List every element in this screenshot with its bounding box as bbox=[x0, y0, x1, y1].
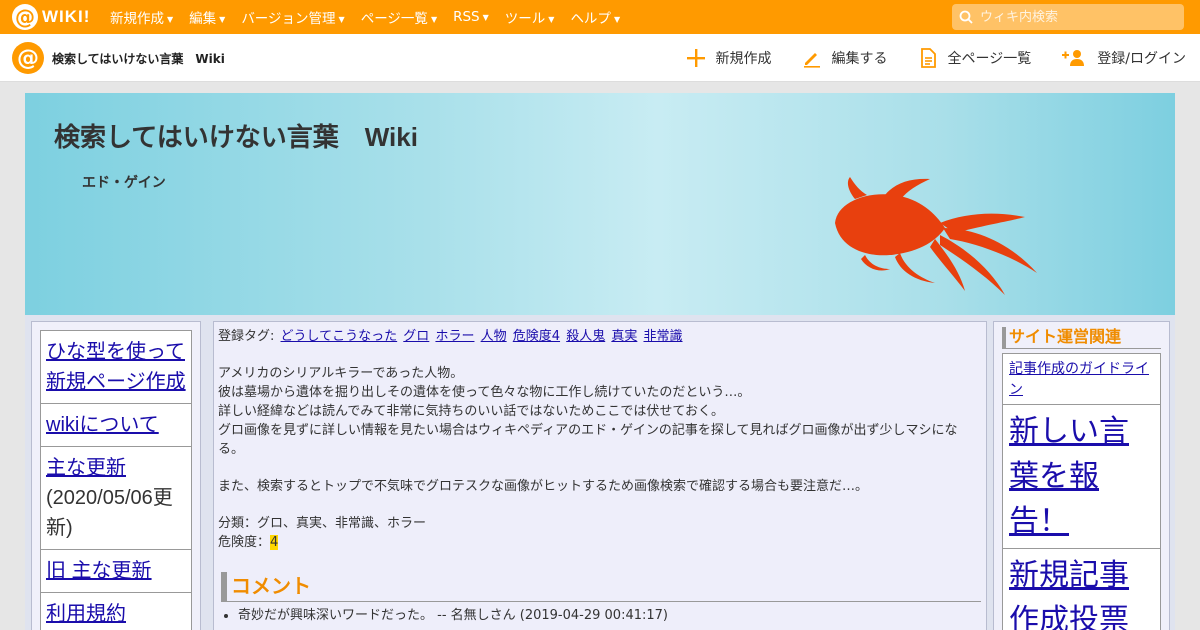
sidebar-link-old-updates[interactable]: 旧 主な更新 bbox=[46, 560, 152, 582]
all-pages-label: 全ページ一覧 bbox=[947, 51, 1032, 67]
tag-link[interactable]: 危険度4 bbox=[513, 329, 560, 344]
menu-page-list[interactable]: ページ一覧 ▼ bbox=[361, 7, 437, 27]
search-input[interactable] bbox=[980, 5, 1184, 29]
logo-text: WIKI! bbox=[42, 7, 91, 26]
sidebar-item-old-updates: 旧 主な更新 bbox=[40, 549, 192, 593]
article-line: グロ画像を見ずに詳しい情報を見たい場合はウィキペディアのエド・ゲインの記事を探し… bbox=[218, 423, 958, 438]
sidebar-link-about[interactable]: wikiについて bbox=[46, 414, 159, 436]
caret-down-icon: ▼ bbox=[219, 14, 226, 24]
caret-down-icon: ▼ bbox=[613, 14, 621, 24]
sidebar-item-vote: 新規記事作成投票 bbox=[1002, 548, 1161, 630]
category-line: 分類：グロ、真実、非常識、ホラー bbox=[218, 516, 427, 531]
menu-version[interactable]: バージョン管理 ▼ bbox=[241, 7, 344, 27]
comment-heading: コメント bbox=[221, 572, 981, 602]
tag-link[interactable]: グロ bbox=[403, 329, 429, 344]
sidebar-link-vote[interactable]: 新規記事作成投票 bbox=[1009, 559, 1129, 630]
tag-link[interactable]: 真実 bbox=[611, 329, 637, 344]
sidebar-item-guideline: 記事作成のガイドライン bbox=[1002, 353, 1161, 405]
sidebar-link-updates[interactable]: 主な更新 bbox=[46, 457, 126, 479]
site-header-bar: @ 検索してはいけない言葉 Wiki 新規作成 編集する 全ページ一覧 登録/ロ… bbox=[0, 34, 1200, 82]
all-pages-button[interactable]: 全ページ一覧 bbox=[918, 48, 1032, 68]
site-title[interactable]: 検索してはいけない言葉 Wiki bbox=[52, 50, 225, 67]
sidebar-item-about: wikiについて bbox=[40, 403, 192, 447]
register-login-button[interactable]: 登録/ログイン bbox=[1061, 48, 1186, 68]
menu-rss[interactable]: RSS ▼ bbox=[453, 9, 489, 25]
banner-title[interactable]: 検索してはいけない言葉 Wiki bbox=[54, 117, 418, 154]
menu-help[interactable]: ヘルプ ▼ bbox=[570, 7, 620, 27]
article-line: 詳しい経緯などは読んでみて非常に気持ちのいい話ではないためここでは伏せておく。 bbox=[218, 404, 724, 419]
article-line: 彼は墓場から遺体を掘り出しその遺体を使って色々な物に工作し続けていたのだという…… bbox=[218, 385, 751, 400]
sidebar-item-terms: 利用規約 bbox=[40, 592, 192, 630]
article-paragraph: また、検索するとトップで不気味でグロテスクな画像がヒットするため画像検索で確認す… bbox=[218, 477, 982, 496]
article-line: る。 bbox=[218, 442, 245, 457]
sidebar-link-guideline[interactable]: 記事作成のガイドライン bbox=[1009, 360, 1149, 397]
right-sidebar-title: サイト運営関連 bbox=[1002, 327, 1161, 349]
tag-link[interactable]: 殺人鬼 bbox=[566, 329, 605, 344]
menu-new[interactable]: 新規作成 ▼ bbox=[110, 7, 173, 27]
article-line: アメリカのシリアルキラーであった人物。 bbox=[218, 366, 464, 381]
search-icon[interactable] bbox=[952, 10, 980, 24]
pencil-icon bbox=[803, 53, 820, 68]
tag-link[interactable]: 人物 bbox=[481, 329, 507, 344]
new-page-button[interactable]: 新規作成 bbox=[686, 48, 772, 68]
caret-down-icon: ▼ bbox=[338, 14, 345, 24]
right-sidebar: サイト運営関連 記事作成のガイドライン 新しい言葉を報告！ 新規記事作成投票 bbox=[993, 321, 1170, 630]
sidebar-link-template-new[interactable]: ひな型を使って新規ページ作成 bbox=[46, 341, 186, 393]
plus-icon bbox=[686, 49, 705, 67]
sidebar-link-terms[interactable]: 利用規約 bbox=[46, 603, 126, 625]
tags-label: 登録タグ: bbox=[218, 329, 275, 344]
sidebar-item-template-new: ひな型を使って新規ページ作成 bbox=[40, 330, 192, 404]
add-user-icon bbox=[1062, 50, 1085, 66]
top-menu: 新規作成 ▼ 編集 ▼ バージョン管理 ▼ ページ一覧 ▼ RSS ▼ ツール ▼ ヘルプ ▼ bbox=[110, 0, 636, 34]
site-logo-icon[interactable]: @ bbox=[12, 42, 44, 74]
atwiki-logo[interactable]: @ WIKI! bbox=[12, 4, 90, 30]
caret-down-icon: ▼ bbox=[482, 12, 489, 22]
sidebar-item-report: 新しい言葉を報告！ bbox=[1002, 404, 1161, 549]
danger-line: 危険度：4 bbox=[218, 533, 982, 552]
caret-down-icon: ▼ bbox=[430, 14, 438, 24]
edit-page-button[interactable]: 編集する bbox=[802, 48, 888, 68]
updates-date: (2020/05/06更新) bbox=[46, 487, 173, 539]
goldfish-illustration bbox=[835, 177, 1037, 295]
danger-value: 4 bbox=[270, 535, 279, 550]
left-sidebar: ひな型を使って新規ページ作成 wikiについて 主な更新 (2020/05/06更… bbox=[31, 321, 201, 630]
header-actions: 新規作成 編集する 全ページ一覧 登録/ログイン bbox=[656, 34, 1186, 82]
tag-link[interactable]: 非常識 bbox=[644, 329, 683, 344]
edit-page-label: 編集する bbox=[831, 51, 888, 67]
tag-list: 登録タグ: どうしてこうなった グロ ホラー 人物 危険度4 殺人鬼 真実 非常… bbox=[218, 327, 982, 346]
tag-link[interactable]: どうしてこうなった bbox=[281, 329, 398, 344]
article-line: また、検索するとトップで不気味でグロテスクな画像がヒットするため画像検索で確認す… bbox=[218, 479, 869, 494]
sidebar-link-report[interactable]: 新しい言葉を報告！ bbox=[1009, 415, 1129, 538]
wiki-banner: 検索してはいけない言葉 Wiki エド・ゲイン bbox=[25, 93, 1175, 315]
page-content-area: ひな型を使って新規ページ作成 wikiについて 主な更新 (2020/05/06更… bbox=[25, 315, 1175, 630]
article-paragraph: アメリカのシリアルキラーであった人物。 彼は墓場から遺体を掘り出しその遺体を使っ… bbox=[218, 364, 982, 459]
new-page-label: 新規作成 bbox=[715, 51, 772, 67]
comment-list: 奇妙だが興味深いワードだった。 -- 名無しさん (2019-04-29 00:… bbox=[218, 606, 982, 625]
menu-edit[interactable]: 編集 ▼ bbox=[189, 7, 225, 27]
danger-label: 危険度： bbox=[218, 535, 271, 550]
classification-block: 分類：グロ、真実、非常識、ホラー 危険度：4 bbox=[218, 514, 982, 552]
top-navigation-bar: @ WIKI! 新規作成 ▼ 編集 ▼ バージョン管理 ▼ ページ一覧 ▼ RSS ▼ ツ… bbox=[0, 0, 1200, 34]
sidebar-item-updates: 主な更新 (2020/05/06更新) bbox=[40, 446, 192, 550]
menu-tools[interactable]: ツール ▼ bbox=[505, 7, 555, 27]
wiki-search-box bbox=[952, 4, 1184, 30]
register-login-label: 登録/ログイン bbox=[1097, 51, 1186, 67]
comment-item: 奇妙だが興味深いワードだった。 -- 名無しさん (2019-04-29 00:… bbox=[238, 606, 982, 625]
caret-down-icon: ▼ bbox=[548, 14, 555, 24]
tag-link[interactable]: ホラー bbox=[435, 329, 474, 344]
page-title: エド・ゲイン bbox=[82, 175, 166, 191]
article-body: 登録タグ: どうしてこうなった グロ ホラー 人物 危険度4 殺人鬼 真実 非常… bbox=[213, 321, 987, 630]
document-icon bbox=[920, 48, 936, 68]
caret-down-icon: ▼ bbox=[167, 14, 174, 24]
at-mark-icon: @ bbox=[12, 4, 38, 30]
